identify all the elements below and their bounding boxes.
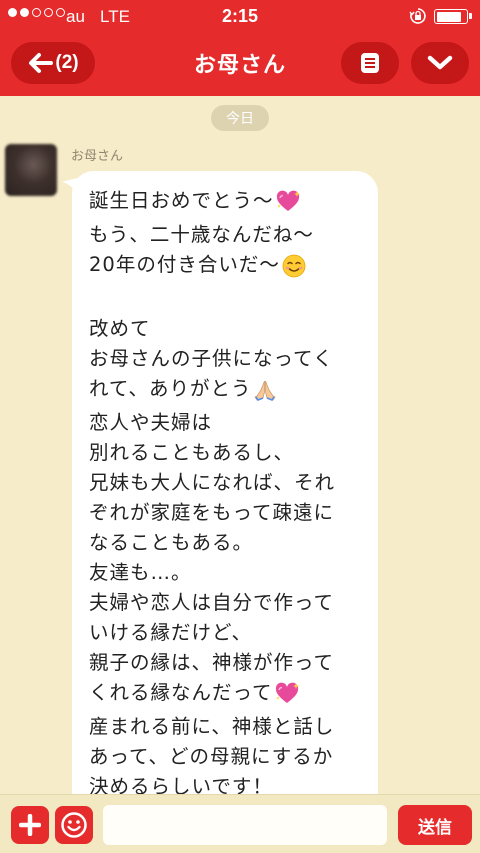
back-arrow-icon	[29, 53, 54, 73]
message-line-text: 夫婦や恋人は自分で作って	[89, 591, 335, 614]
message-line: 恋人や夫婦は	[89, 408, 369, 438]
message-line: 誕生日おめでとう〜	[89, 186, 369, 220]
message-line: ぞれが家庭をもって疎遠に	[89, 498, 369, 528]
message-line: 改めて	[89, 314, 369, 344]
message-line-text: 産まれる前に、神様と話し	[89, 715, 335, 738]
message-line: なることもある。	[89, 528, 369, 558]
message-line: もう、二十歳なんだね〜	[89, 220, 369, 250]
message-line-text: れて、ありがとう	[89, 377, 252, 400]
chat-area[interactable]: 今日 お母さん 誕生日おめでとう〜もう、二十歳なんだね〜 20年の付き合いだ〜 改め…	[0, 96, 480, 794]
message-line: 別れることもあるし、	[89, 438, 369, 468]
rotation-lock-icon	[409, 8, 426, 24]
message-line-text: もう、二十歳なんだね〜	[89, 223, 314, 246]
chat-title: お母さん	[193, 53, 286, 78]
chevron-down-icon	[427, 55, 453, 70]
message-line-text: 兄妹も大人になれば、それ	[89, 471, 336, 494]
back-button[interactable]: (2)	[11, 42, 95, 84]
smiley-icon	[61, 812, 87, 838]
plus-icon	[19, 814, 41, 836]
message-line-text: ぞれが家庭をもって疎遠に	[89, 501, 335, 524]
sender-avatar[interactable]	[5, 144, 57, 196]
dropdown-button[interactable]	[411, 42, 469, 84]
message-line: お母さんの子供になってく	[89, 344, 369, 374]
message-line-text: あって、どの母親にするか	[89, 745, 334, 768]
message-line-text: 改めて	[89, 317, 151, 340]
message-line: 親子の縁は、神様が作って	[89, 648, 369, 678]
emoji-button[interactable]	[55, 806, 93, 844]
message-line: あって、どの母親にするか	[89, 742, 369, 772]
praying-hands-icon	[253, 378, 277, 402]
message-line: 友達も…。	[89, 558, 369, 588]
message-line: いける縁だけど、	[89, 618, 369, 648]
message-line-text: 20年の付き合いだ〜	[89, 253, 280, 276]
sender-name: お母さん	[71, 149, 124, 164]
message-line-text: 別れることもあるし、	[89, 441, 295, 464]
message-line: くれる縁なんだって	[89, 678, 369, 712]
message-line: 20年の付き合いだ〜	[89, 250, 369, 284]
message-line-text: いける縁だけど、	[89, 621, 253, 644]
message-line-text: 誕生日おめでとう〜	[89, 189, 274, 212]
unread-count: (2)	[55, 52, 79, 73]
add-attachment-button[interactable]	[11, 806, 49, 844]
message-line: れて、ありがとう	[89, 374, 369, 408]
menu-icon	[361, 53, 379, 73]
message-line-text: 親子の縁は、神様が作って	[89, 651, 335, 674]
battery-icon	[434, 9, 472, 24]
menu-button[interactable]	[341, 42, 399, 84]
date-separator: 今日	[211, 105, 269, 131]
sparkling-heart-icon	[275, 682, 299, 706]
smiling-face-icon	[282, 254, 306, 278]
message-text: 誕生日おめでとう〜もう、二十歳なんだね〜 20年の付き合いだ〜 改めてお母さんの子供…	[89, 186, 369, 794]
message-line-text: くれる縁なんだって	[89, 681, 273, 704]
message-line: 夫婦や恋人は自分で作って	[89, 588, 369, 618]
chat-header: (2) お母さん	[0, 34, 480, 96]
message-line: 兄妹も大人になれば、それ	[89, 468, 369, 498]
message-line-text: 決めるらしいです！	[89, 775, 273, 794]
input-bar: 送信	[0, 794, 480, 853]
status-time: 2:15	[221, 6, 259, 26]
message-input[interactable]	[103, 805, 387, 845]
sparkling-heart-icon	[276, 190, 300, 214]
message-line-text: お母さんの子供になってく	[89, 347, 334, 370]
status-bar: au LTE 2:15	[0, 0, 480, 34]
message-line: 産まれる前に、神様と話し	[89, 712, 369, 742]
message-line-text: 恋人や夫婦は	[89, 411, 213, 434]
message-line-text: 友達も…。	[89, 561, 192, 584]
message-line-text: なることもある。	[89, 531, 254, 554]
send-button[interactable]: 送信	[398, 805, 472, 845]
message-line: 決めるらしいです！	[89, 772, 369, 794]
